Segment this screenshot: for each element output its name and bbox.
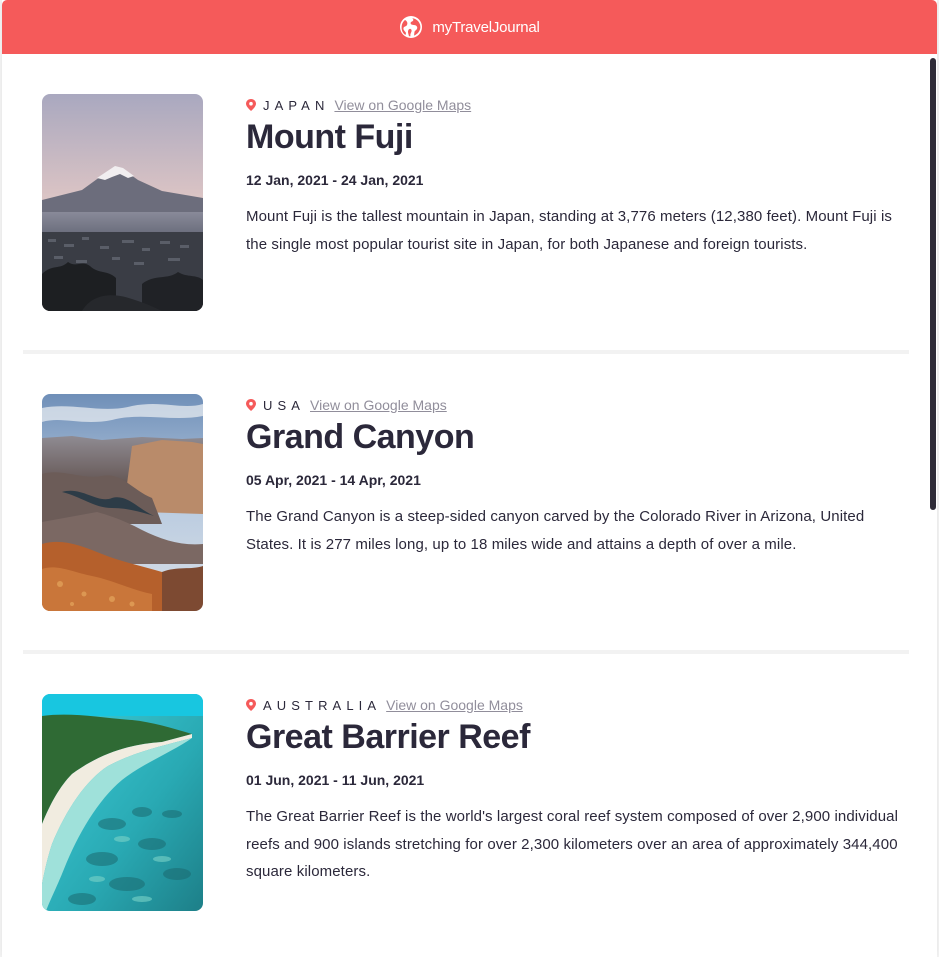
brand-group[interactable]: myTravelJournal: [399, 15, 540, 39]
google-maps-link[interactable]: View on Google Maps: [310, 397, 447, 413]
entry-photo-mount-fuji: [42, 94, 203, 311]
entry-title: Grand Canyon: [246, 418, 475, 456]
location-pin-icon: [246, 699, 256, 711]
entry-location: USA: [263, 397, 306, 413]
entry-dates: 01 Jun, 2021 - 11 Jun, 2021: [246, 772, 425, 788]
entry-info: USA View on Google Maps Grand Canyon 05 …: [246, 396, 906, 558]
entry-location: Australia: [263, 697, 382, 713]
grand-canyon-image: [42, 394, 203, 611]
great-barrier-reef-image: [42, 694, 203, 911]
entry-photo-great-barrier-reef: [42, 694, 203, 911]
brand-name: myTravelJournal: [432, 18, 540, 36]
journal-entry: USA View on Google Maps Grand Canyon 05 …: [22, 354, 909, 654]
location-pin-icon: [246, 99, 256, 111]
google-maps-link[interactable]: View on Google Maps: [334, 97, 471, 113]
journal-entries: Japan View on Google Maps Mount Fuji 12 …: [2, 54, 929, 954]
entry-info: Japan View on Google Maps Mount Fuji 12 …: [246, 96, 906, 258]
entry-title: Mount Fuji: [246, 118, 413, 156]
app-window: myTravelJournal JAPAN View on Google Map…: [2, 0, 937, 957]
entry-dates: 12 Jan, 2021 - 24 Jan, 2021: [246, 172, 424, 188]
location-row: Australia View on Google Maps: [246, 696, 906, 714]
entry-title: Great Barrier Reef: [246, 718, 530, 756]
scrollbar[interactable]: [929, 54, 937, 957]
scrollbar-thumb[interactable]: [930, 58, 936, 510]
entry-description: The Great Barrier Reef is the world's la…: [246, 808, 899, 880]
entry-description: The Grand Canyon is a steep-sided canyon…: [246, 508, 865, 553]
globe-icon: [400, 16, 423, 38]
mount-fuji-image: [42, 94, 203, 311]
entry-dates: 05 Apr, 2021 - 14 Apr, 2021: [246, 472, 421, 488]
location-pin-icon: [246, 399, 256, 411]
google-maps-link[interactable]: View on Google Maps: [386, 697, 523, 713]
navbar: myTravelJournal: [2, 0, 937, 54]
entry-photo-grand-canyon: [42, 394, 203, 611]
location-row: USA View on Google Maps: [246, 396, 906, 414]
journal-entry: Australia View on Google Maps Great Barr…: [22, 654, 909, 954]
entry-description: Mount Fuji is the tallest mountain in Ja…: [246, 208, 892, 253]
entry-location: Japan: [263, 97, 330, 113]
location-row: Japan View on Google Maps: [246, 96, 906, 114]
entry-info: Australia View on Google Maps Great Barr…: [246, 696, 906, 886]
journal-entry: Japan View on Google Maps Mount Fuji 12 …: [22, 54, 909, 354]
